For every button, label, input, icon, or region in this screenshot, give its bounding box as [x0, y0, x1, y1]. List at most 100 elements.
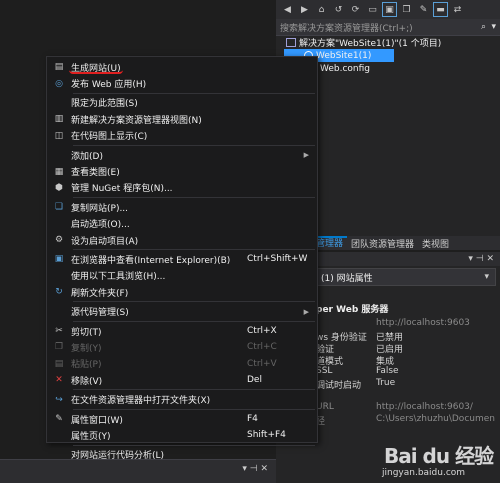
menu-item-shortcut: Del [247, 375, 262, 386]
solution-icon [286, 38, 296, 47]
menu-item-label: 设为启动项目(A) [71, 236, 139, 247]
nuget-icon: ⬢ [55, 182, 63, 193]
submenu-arrow-icon: ▶ [303, 307, 309, 316]
property-value: 集成 [376, 357, 395, 367]
browser-icon: ▣ [54, 254, 64, 265]
solution-explorer-search[interactable]: 搜索解决方案资源管理器(Ctrl+;) ⌕ ▾ [276, 19, 500, 36]
context-menu: ▤ 生成网站(U) ◎ 发布 Web 应用(H) 限定为此范围(S) ▥ 新建解决方案资源管… [46, 56, 318, 461]
property-value: C:\Users\zhuzhu\Documen [376, 414, 495, 424]
menu-item-scope[interactable]: 限定为此范围(S) [47, 95, 317, 111]
menu-separator [73, 197, 315, 199]
watermark-logo: Bai du 经验 [384, 444, 494, 468]
back-icon[interactable]: ◀ [280, 2, 295, 17]
wrench-icon[interactable]: ✎ [416, 2, 431, 17]
solution-explorer-toolbar: ◀ ▶ ⌂ ↺ ⟳ ▭ ▣ ❐ ✎ ▬ ⇄ [276, 0, 500, 19]
close-icon: ✕ [55, 375, 63, 386]
menu-item-source-control[interactable]: 源代码管理(S) ▶ [47, 303, 317, 319]
menu-item-add[interactable]: 添加(D) ▶ [47, 147, 317, 163]
preview-icon[interactable]: ▬ [433, 2, 448, 17]
menu-separator [73, 301, 315, 303]
menu-item-label: 启动选项(O)... [71, 220, 130, 231]
menu-item-property-pages[interactable]: 属性页(Y) Shift+F4 [47, 427, 317, 443]
menu-item-label: 查看类图(E) [71, 168, 120, 179]
menu-item-label: 粘贴(P) [71, 360, 102, 371]
history-icon[interactable]: ↺ [331, 2, 346, 17]
scissors-icon: ✂ [55, 326, 63, 337]
menu-item-set-startup[interactable]: ⚙ 设为启动项目(A) [47, 232, 317, 248]
menu-item-shortcut: Ctrl+C [247, 342, 277, 353]
open-folder-icon: ↪ [55, 394, 63, 405]
menu-item-label: 限定为此范围(S) [71, 99, 138, 110]
menu-item-label: 在代码图上显示(C) [71, 132, 148, 143]
property-value: 已启用 [376, 345, 404, 355]
menu-item-open-folder[interactable]: ↪ 在文件资源管理器中打开文件夹(X) [47, 391, 317, 407]
collapse-icon[interactable]: ▭ [365, 2, 380, 17]
sync-icon[interactable]: ⇄ [450, 2, 465, 17]
menu-item-shortcut: Shift+F4 [247, 430, 286, 441]
baidu-watermark: Bai du 经验 jingyan.baidu.com [380, 440, 500, 483]
menu-item-refresh-folder[interactable]: ↻ 刷新文件夹(F) [47, 284, 317, 300]
menu-item-label: 添加(D) [71, 151, 103, 162]
menu-item-label: 剪切(T) [71, 327, 102, 338]
home-icon[interactable]: ⌂ [314, 2, 329, 17]
menu-item-cut[interactable]: ✂ 剪切(T) Ctrl+X [47, 323, 317, 339]
pin-icon[interactable]: ▾ ⊣ ✕ [468, 254, 494, 264]
forward-icon[interactable]: ▶ [297, 2, 312, 17]
property-value: True [376, 378, 396, 388]
menu-item-remove[interactable]: ✕ 移除(V) Del [47, 372, 317, 388]
menu-item-label: 源代码管理(S) [71, 308, 129, 319]
tree-item-solution[interactable]: 解决方案"WebSite1(1)"(1 个项目) [276, 36, 500, 49]
menu-item-label: 属性窗口(W) [71, 415, 123, 426]
menu-item-new-view[interactable]: ▥ 新建解决方案资源管理器视图(N) [47, 111, 317, 127]
menu-item-code-analysis[interactable]: 对网站运行代码分析(L) [47, 447, 317, 463]
menu-separator [73, 249, 315, 251]
code-map-icon: ◫ [54, 130, 64, 141]
tab-class-view[interactable]: 类视图 [418, 237, 453, 250]
menu-item-view-in-browser[interactable]: ▣ 在浏览器中查看(Internet Explorer)(B) Ctrl+Shift… [47, 251, 317, 267]
refresh-icon: ↻ [55, 287, 63, 298]
menu-item-paste[interactable]: ▤ 粘贴(P) Ctrl+V [47, 356, 317, 372]
menu-item-code-map[interactable]: ◫ 在代码图上显示(C) [47, 128, 317, 144]
menu-separator [73, 444, 315, 446]
class-diagram-icon: ▦ [54, 166, 64, 177]
menu-item-label: 复制网站(P)... [71, 203, 129, 214]
refresh-icon[interactable]: ⟳ [348, 2, 363, 17]
menu-separator [73, 408, 315, 410]
filter-icon[interactable]: ▣ [382, 2, 397, 17]
menu-separator [73, 92, 315, 94]
menu-item-shortcut: Ctrl+X [247, 326, 277, 337]
menu-item-publish[interactable]: ◎ 发布 Web 应用(H) [47, 75, 317, 91]
copy-icon: ❐ [54, 342, 64, 353]
tab-team-explorer[interactable]: 团队资源管理器 [347, 237, 418, 250]
menu-item-startup-options[interactable]: 启动选项(O)... [47, 216, 317, 232]
menu-item-label: 管理 NuGet 程序包(N)... [71, 184, 173, 195]
menu-item-browse-with[interactable]: 使用以下工具浏览(H)... [47, 268, 317, 284]
menu-item-copy-site[interactable]: ❏ 复制网站(P)... [47, 199, 317, 215]
property-value: 已禁用 [376, 333, 404, 343]
property-value: False [376, 366, 399, 376]
paste-icon: ▤ [54, 358, 64, 369]
chevron-down-icon[interactable]: ▾ [491, 22, 496, 32]
property-value: http://localhost:9603 [376, 318, 470, 328]
menu-separator [73, 144, 315, 146]
chevron-down-icon: ▾ [484, 272, 489, 282]
menu-separator [73, 389, 315, 391]
globe-icon: ◎ [55, 78, 63, 89]
search-icon[interactable]: ⌕ [481, 22, 486, 32]
property-value: http://localhost:9603/ [376, 402, 473, 412]
menu-item-nuget[interactable]: ⬢ 管理 NuGet 程序包(N)... [47, 180, 317, 196]
menu-item-copy[interactable]: ❐ 复制(Y) Ctrl+C [47, 339, 317, 355]
copy-icon[interactable]: ❐ [399, 2, 414, 17]
pin-icon[interactable]: ▾ ⊣ ✕ [242, 464, 268, 474]
menu-item-label: 复制(Y) [71, 343, 102, 354]
menu-item-shortcut: Ctrl+Shift+W [247, 254, 308, 265]
menu-item-label: 移除(V) [71, 376, 103, 387]
menu-item-label: 对网站运行代码分析(L) [71, 451, 165, 462]
menu-item-property-window[interactable]: ✎ 属性窗口(W) F4 [47, 411, 317, 427]
menu-item-class-diagram[interactable]: ▦ 查看类图(E) [47, 163, 317, 179]
submenu-arrow-icon: ▶ [303, 151, 309, 160]
build-icon: ▤ [54, 62, 64, 73]
menu-item-label: 在文件资源管理器中打开文件夹(X) [71, 396, 211, 407]
new-window-icon: ▥ [54, 114, 64, 125]
menu-separator [73, 320, 315, 322]
